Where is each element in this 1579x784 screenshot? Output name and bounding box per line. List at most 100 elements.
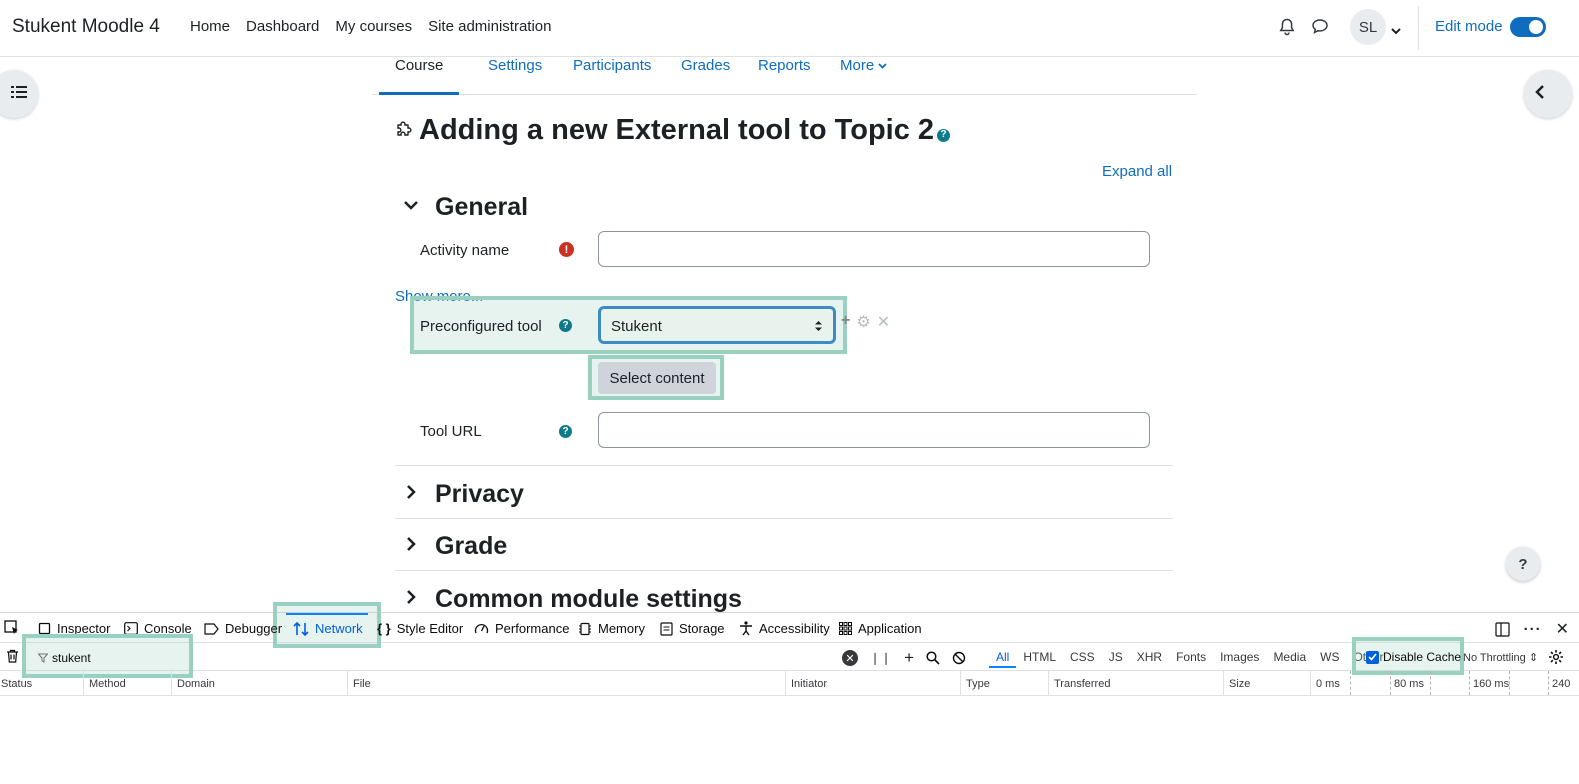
column-size[interactable]: Size [1229, 678, 1250, 702]
tab-course[interactable]: Course [379, 57, 460, 95]
expand-all-link[interactable]: Expand all [1102, 163, 1172, 180]
column-status[interactable]: Status [1, 678, 32, 702]
help-float-button[interactable]: ? [1506, 547, 1540, 581]
chip-icon [579, 622, 591, 635]
tab-more[interactable]: More [840, 57, 887, 95]
plus-icon[interactable]: + [904, 648, 914, 668]
user-avatar[interactable]: SL [1350, 9, 1386, 45]
element-picker-icon[interactable] [4, 620, 20, 639]
page-header: Adding a new External tool to Topic 2 ? [395, 114, 951, 147]
clear-filter-icon[interactable]: ✕ [842, 650, 858, 666]
devtools-tab-performance[interactable]: Performance [474, 621, 569, 636]
column-separator [1223, 671, 1224, 695]
devtools-tab-application[interactable]: Application [839, 621, 922, 636]
tab-participants[interactable]: Participants [573, 57, 651, 95]
dock-icon[interactable] [1494, 621, 1510, 637]
filter-value: stukent [52, 651, 91, 665]
type-filter-ws[interactable]: WS [1313, 650, 1346, 668]
messages-icon[interactable] [1311, 18, 1329, 40]
devtools-tab-debugger[interactable]: Debugger [204, 621, 282, 636]
throttling-select[interactable]: No Throttling ⇕ [1463, 651, 1538, 664]
column-separator [960, 671, 961, 695]
edit-mode-label: Edit mode [1435, 18, 1503, 35]
more-icon[interactable]: ··· [1524, 621, 1542, 638]
tab-settings[interactable]: Settings [488, 57, 542, 95]
required-icon: ! [559, 242, 574, 257]
filter-urls-input[interactable]: stukent [38, 651, 91, 665]
braces-icon: { } [377, 621, 391, 636]
column-type[interactable]: Type [966, 678, 990, 702]
type-filter-all[interactable]: All [989, 650, 1017, 668]
type-filter-html[interactable]: HTML [1016, 650, 1063, 668]
trash-icon[interactable] [6, 649, 19, 666]
nav-site-administration[interactable]: Site administration [428, 18, 551, 35]
devtools-tab-label: Accessibility [759, 621, 830, 636]
puzzle-icon [395, 119, 413, 142]
tab-reports[interactable]: Reports [758, 57, 811, 95]
pause-icon[interactable]: ❘❘ [870, 651, 892, 665]
devtools-tab-network[interactable]: Network [293, 621, 363, 636]
devtools-tab-storage[interactable]: Storage [660, 621, 725, 636]
network-table-header: Status Method Domain File Initiator Type… [0, 671, 1579, 696]
devtools-toolbar: Inspector Console Debugger Network { } S… [0, 602, 1579, 648]
column-transferred[interactable]: Transferred [1054, 678, 1110, 702]
nav-home[interactable]: Home [190, 18, 230, 35]
help-icon[interactable]: ? [937, 128, 951, 142]
close-icon[interactable]: ✕ [1556, 619, 1569, 639]
column-separator [785, 671, 786, 695]
disable-cache-checkbox[interactable]: Disable Cache [1366, 650, 1461, 664]
section-divider [395, 518, 1173, 519]
gear-icon[interactable] [1548, 649, 1564, 668]
close-icon[interactable]: ✕ [877, 312, 890, 332]
timeline-tick [1548, 671, 1549, 695]
chevron-down-icon[interactable] [1391, 22, 1401, 40]
type-filter-fonts[interactable]: Fonts [1169, 650, 1213, 668]
block-icon[interactable] [952, 651, 966, 665]
type-filter-images[interactable]: Images [1213, 650, 1266, 668]
timeline-tick [1430, 671, 1431, 695]
gear-icon[interactable]: ⚙ [856, 312, 870, 332]
help-icon[interactable]: ? [559, 319, 572, 332]
type-filter-media[interactable]: Media [1266, 650, 1313, 668]
devtools-tab-memory[interactable]: Memory [578, 621, 645, 636]
tool-url-input[interactable] [598, 412, 1150, 448]
request-type-filters: All HTML CSS JS XHR Fonts Images Media W… [989, 650, 1390, 668]
site-brand[interactable]: Stukent Moodle 4 [12, 16, 160, 38]
open-block-drawer-button[interactable] [1524, 70, 1572, 118]
column-domain[interactable]: Domain [177, 678, 215, 702]
section-privacy-toggle[interactable]: Privacy [403, 480, 524, 509]
add-tool-icon[interactable]: + [841, 312, 850, 332]
nav-my-courses[interactable]: My courses [335, 18, 412, 35]
devtools-tab-label: Storage [679, 621, 725, 636]
section-grade-toggle[interactable]: Grade [403, 532, 507, 561]
column-method[interactable]: Method [89, 678, 126, 702]
preconfigured-tool-select[interactable]: Stukent [598, 306, 836, 344]
chevron-right-icon [403, 589, 419, 610]
devtools-tab-accessibility[interactable]: Accessibility [739, 621, 830, 636]
edit-mode-toggle[interactable] [1510, 17, 1546, 37]
search-icon[interactable] [926, 651, 940, 665]
type-filter-css[interactable]: CSS [1063, 650, 1102, 668]
column-initiator[interactable]: Initiator [791, 678, 827, 702]
tab-grades[interactable]: Grades [681, 57, 730, 95]
section-general-toggle[interactable]: General [403, 193, 528, 222]
select-content-button[interactable]: Select content [598, 362, 716, 394]
devtools-tab-label: Debugger [225, 621, 283, 636]
timeline-tick [1350, 671, 1351, 695]
navbar-divider [1418, 6, 1419, 50]
column-file[interactable]: File [353, 678, 371, 702]
nav-dashboard[interactable]: Dashboard [246, 18, 319, 35]
activity-name-label: Activity name [420, 242, 510, 259]
help-icon[interactable]: ? [559, 425, 572, 438]
bell-icon[interactable] [1279, 18, 1295, 41]
type-filter-xhr[interactable]: XHR [1130, 650, 1169, 668]
checkbox-checked-icon [1366, 650, 1379, 664]
type-filter-js[interactable]: JS [1102, 650, 1130, 668]
activity-name-input[interactable] [598, 231, 1150, 267]
timeline-tick [1469, 671, 1470, 695]
grid-icon [839, 622, 852, 635]
accessibility-icon [740, 621, 752, 636]
section-common-module-toggle[interactable]: Common module settings [403, 585, 742, 614]
open-course-index-button[interactable] [0, 70, 38, 118]
devtools-tab-style-editor[interactable]: { } Style Editor [377, 621, 463, 636]
